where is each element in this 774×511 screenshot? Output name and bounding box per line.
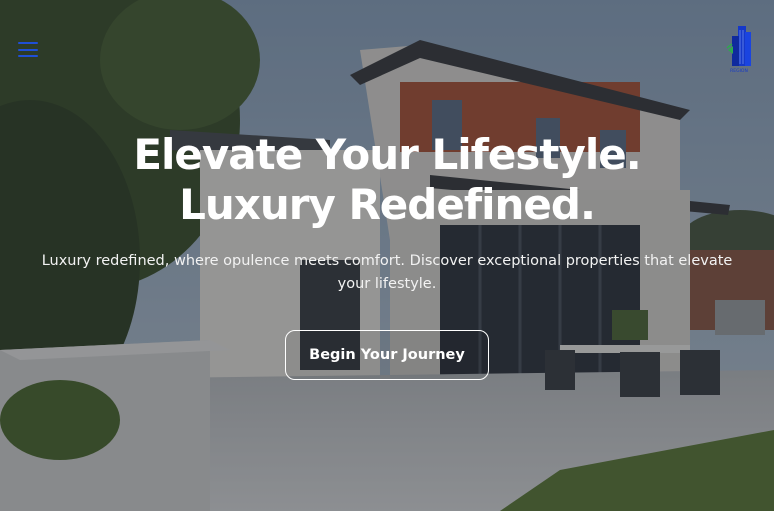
hero-subtext: Luxury redefined, where opulence meets c… bbox=[41, 253, 733, 292]
headline-line-2: Luxury Redefined. bbox=[179, 180, 596, 229]
hero-headline: Elevate Your Lifestyle. Luxury Redefined… bbox=[0, 130, 774, 230]
menu-bar-bottom bbox=[18, 55, 38, 57]
building-logo-icon[interactable]: REGION bbox=[724, 24, 754, 74]
logo-text: REGION bbox=[730, 68, 748, 74]
hero-section: REGION Elevate Your Lifestyle. Luxury Re… bbox=[0, 0, 774, 511]
menu-bar-top bbox=[18, 42, 38, 44]
hamburger-menu-icon[interactable] bbox=[18, 42, 38, 57]
menu-bar-middle bbox=[18, 48, 38, 51]
begin-journey-button[interactable]: Begin Your Journey bbox=[285, 330, 489, 380]
headline-line-1: Elevate Your Lifestyle. bbox=[133, 130, 641, 179]
hero-content: Elevate Your Lifestyle. Luxury Redefined… bbox=[0, 130, 774, 380]
